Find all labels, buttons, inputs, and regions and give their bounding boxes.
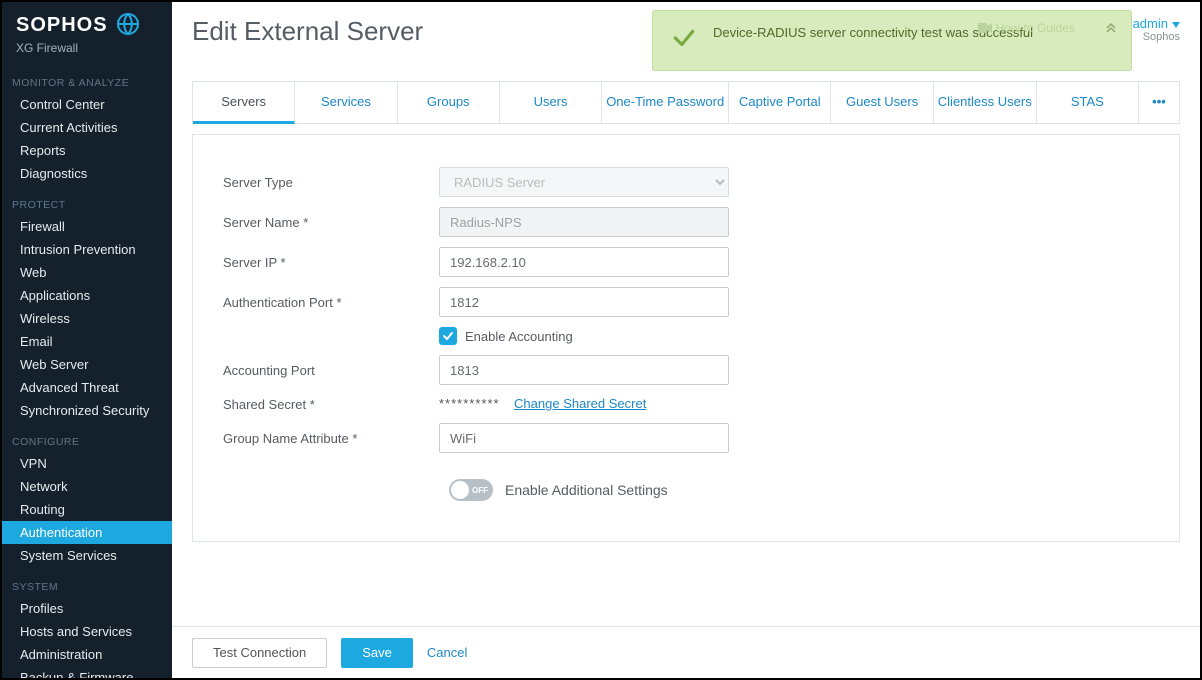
sidebar-item-intrusion-prevention[interactable]: Intrusion Prevention <box>2 238 172 261</box>
sidebar-item-applications[interactable]: Applications <box>2 284 172 307</box>
sidebar-item-web-server[interactable]: Web Server <box>2 353 172 376</box>
section-header: SYSTEM <box>2 567 172 597</box>
sidebar-item-vpn[interactable]: VPN <box>2 452 172 475</box>
enable-accounting-checkbox[interactable] <box>439 327 457 345</box>
footer-bar: Test Connection Save Cancel <box>172 626 1200 678</box>
server-type-label: Server Type <box>193 175 439 190</box>
section-header: PROTECT <box>2 185 172 215</box>
sidebar-item-authentication[interactable]: Authentication <box>2 521 172 544</box>
server-ip-label: Server IP * <box>193 255 439 270</box>
sidebar-item-firewall[interactable]: Firewall <box>2 215 172 238</box>
accounting-port-label: Accounting Port <box>193 363 439 378</box>
additional-settings-label: Enable Additional Settings <box>505 482 668 498</box>
tab-groups[interactable]: Groups <box>398 82 500 123</box>
user-menu[interactable]: admin <box>1133 16 1180 31</box>
brand-block: SOPHOS XG Firewall <box>2 2 172 63</box>
sidebar-item-synchronized-security[interactable]: Synchronized Security <box>2 399 172 422</box>
auth-port-label: Authentication Port * <box>193 295 439 310</box>
tab-stas[interactable]: STAS <box>1037 82 1139 123</box>
sidebar-item-hosts-and-services[interactable]: Hosts and Services <box>2 620 172 643</box>
sidebar-item-system-services[interactable]: System Services <box>2 544 172 567</box>
brand-sub: XG Firewall <box>16 41 158 55</box>
server-name-label: Server Name * <box>193 215 439 230</box>
section-header: CONFIGURE <box>2 422 172 452</box>
group-attr-input[interactable] <box>439 423 729 453</box>
save-button[interactable]: Save <box>341 638 413 668</box>
success-toast: Device-RADIUS server connectivity test w… <box>652 10 1132 71</box>
form-panel: Server Type RADIUS Server Server Name * … <box>192 134 1180 542</box>
sidebar-item-network[interactable]: Network <box>2 475 172 498</box>
tab-bar: ServersServicesGroupsUsersOne-Time Passw… <box>192 81 1180 124</box>
auth-port-input[interactable] <box>439 287 729 317</box>
sidebar-item-reports[interactable]: Reports <box>2 139 172 162</box>
sidebar-item-control-center[interactable]: Control Center <box>2 93 172 116</box>
sidebar-item-email[interactable]: Email <box>2 330 172 353</box>
toast-collapse-icon[interactable] <box>1105 21 1117 36</box>
change-shared-secret-link[interactable]: Change Shared Secret <box>514 396 646 411</box>
shared-secret-label: Shared Secret * <box>193 397 439 412</box>
sidebar-item-routing[interactable]: Routing <box>2 498 172 521</box>
main: Device-RADIUS server connectivity test w… <box>172 2 1200 678</box>
tab-more[interactable]: ••• <box>1139 82 1179 123</box>
checkmark-icon <box>671 25 697 54</box>
tab-guest-users[interactable]: Guest Users <box>831 82 933 123</box>
sidebar-item-current-activities[interactable]: Current Activities <box>2 116 172 139</box>
server-ip-input[interactable] <box>439 247 729 277</box>
tab-clientless-users[interactable]: Clientless Users <box>934 82 1037 123</box>
enable-accounting-label: Enable Accounting <box>465 329 573 344</box>
tab-one-time-password[interactable]: One-Time Password <box>602 82 729 123</box>
cancel-link[interactable]: Cancel <box>427 645 467 660</box>
tab-services[interactable]: Services <box>295 82 397 123</box>
tab-users[interactable]: Users <box>500 82 602 123</box>
tab-captive-portal[interactable]: Captive Portal <box>729 82 831 123</box>
sidebar-item-web[interactable]: Web <box>2 261 172 284</box>
accounting-port-input[interactable] <box>439 355 729 385</box>
brand-name: SOPHOS <box>16 14 108 37</box>
server-name-input[interactable] <box>439 207 729 237</box>
howto-guides-link[interactable]: How-to Guides <box>978 21 1075 35</box>
sidebar-item-administration[interactable]: Administration <box>2 643 172 666</box>
group-attr-label: Group Name Attribute * <box>193 431 439 446</box>
section-header: MONITOR & ANALYZE <box>2 63 172 93</box>
brand-icon <box>116 12 140 39</box>
tab-servers[interactable]: Servers <box>193 82 295 124</box>
additional-settings-toggle[interactable]: OFF <box>449 479 493 501</box>
page-title: Edit External Server <box>192 16 423 47</box>
caret-down-icon <box>1172 16 1180 31</box>
sidebar-item-advanced-threat[interactable]: Advanced Threat <box>2 376 172 399</box>
test-connection-button[interactable]: Test Connection <box>192 638 327 668</box>
sidebar: SOPHOS XG Firewall MONITOR & ANALYZECont… <box>2 2 172 678</box>
server-type-select[interactable]: RADIUS Server <box>439 167 729 197</box>
sidebar-item-wireless[interactable]: Wireless <box>2 307 172 330</box>
sidebar-item-diagnostics[interactable]: Diagnostics <box>2 162 172 185</box>
sidebar-item-backup-firmware[interactable]: Backup & Firmware <box>2 666 172 678</box>
company-label: Sophos <box>1133 31 1180 43</box>
sidebar-item-profiles[interactable]: Profiles <box>2 597 172 620</box>
shared-secret-mask: ********** <box>439 396 500 411</box>
